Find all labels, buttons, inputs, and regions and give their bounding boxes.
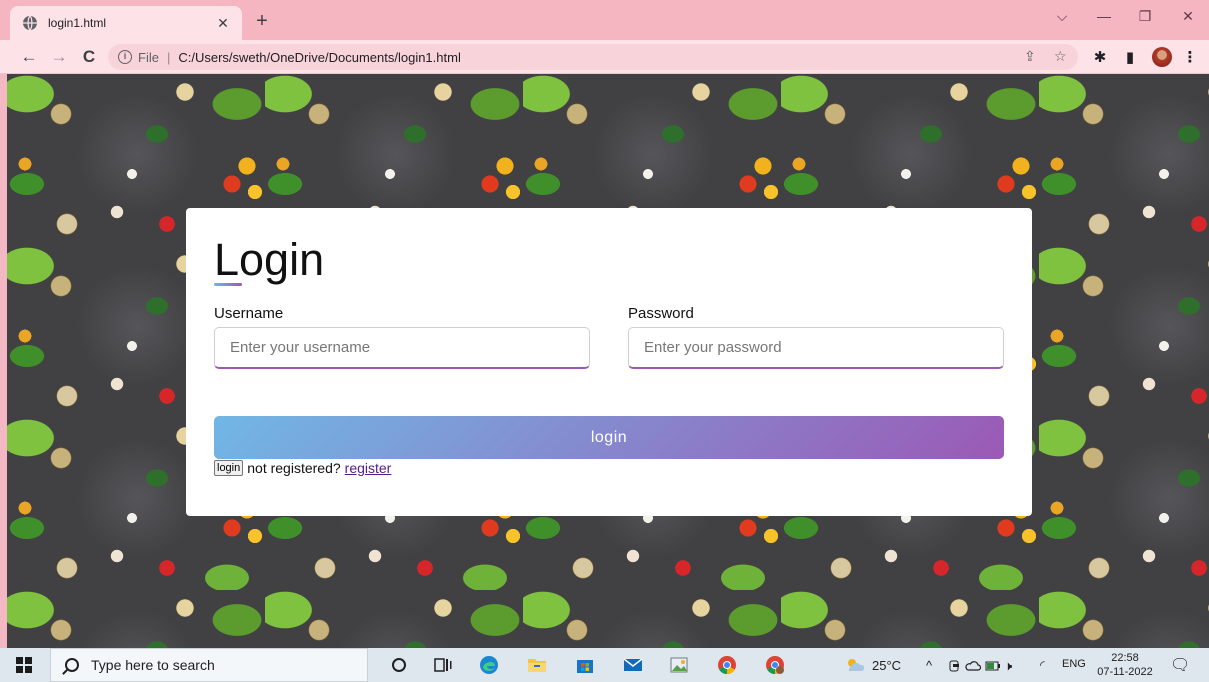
tray-chevron-icon[interactable]: ^ — [926, 658, 932, 673]
background-tile — [1039, 590, 1209, 648]
back-button[interactable]: ← — [18, 46, 40, 68]
chrome-icon[interactable] — [716, 654, 738, 676]
tab-search-icon[interactable]: ⌵ — [1050, 8, 1074, 25]
store-icon[interactable] — [574, 654, 596, 676]
url-scheme: File — [138, 49, 159, 65]
notification-icon[interactable]: 🗨 — [1170, 655, 1190, 675]
file-explorer-icon[interactable] — [526, 654, 548, 676]
password-label: Password — [628, 305, 694, 322]
background-tile — [1039, 418, 1209, 590]
username-label: Username — [214, 305, 284, 322]
taskbar-search[interactable]: Type here to search — [50, 648, 368, 682]
taskbar-search-text: Type here to search — [91, 657, 215, 673]
tab-title: login1.html — [48, 16, 107, 30]
side-panel-icon[interactable]: ▮ — [1120, 48, 1140, 66]
not-registered-text: not registered? — [247, 460, 341, 476]
weather-icon[interactable] — [844, 654, 866, 676]
chrome-profile-icon[interactable] — [764, 654, 786, 676]
restore-button[interactable]: ❐ — [1133, 8, 1157, 25]
windows-start-icon[interactable] — [16, 657, 32, 673]
reload-button[interactable]: C — [78, 46, 100, 68]
speaker-muted-icon[interactable]: 🕨 — [1004, 658, 1012, 674]
task-view-icon[interactable] — [432, 654, 454, 676]
tab-close-icon[interactable]: ✕ — [214, 15, 232, 32]
language-indicator[interactable]: ENG — [1062, 658, 1086, 670]
url-separator: | — [166, 49, 171, 65]
close-window-button[interactable]: ✕ — [1176, 8, 1200, 25]
profile-avatar[interactable] — [1152, 47, 1172, 67]
search-icon — [65, 658, 79, 672]
register-row: login not registered? register — [214, 460, 391, 476]
browser-toolbar: ← → C i File | C:/Users/sweth/OneDrive/D… — [0, 40, 1209, 74]
info-icon[interactable]: i — [118, 50, 132, 64]
address-bar[interactable]: i File | C:/Users/sweth/OneDrive/Documen… — [108, 44, 1078, 70]
register-link[interactable]: register — [345, 460, 392, 476]
browser-tab[interactable]: login1.html ✕ — [10, 6, 242, 40]
menu-icon[interactable]: ⋮ — [1180, 48, 1200, 66]
clock-time: 22:58 — [1111, 652, 1139, 664]
clock-date: 07-11-2022 — [1097, 666, 1153, 678]
login-title: Login — [214, 234, 325, 285]
bookmark-star-icon[interactable]: ☆ — [1054, 48, 1067, 65]
globe-icon — [23, 15, 37, 31]
background-tile — [781, 590, 1039, 648]
login-button[interactable]: login — [214, 416, 1004, 459]
background-tile — [265, 590, 523, 648]
mail-icon[interactable] — [622, 654, 644, 676]
minimize-button[interactable]: — — [1092, 8, 1116, 24]
share-icon[interactable]: ⇪ — [1024, 48, 1036, 65]
cortana-icon[interactable] — [388, 654, 410, 676]
small-login-button[interactable]: login — [214, 460, 244, 476]
forward-button[interactable]: → — [48, 46, 70, 68]
url-text[interactable]: C:/Users/sweth/OneDrive/Documents/login1… — [178, 50, 461, 65]
edge-icon[interactable] — [478, 654, 500, 676]
password-input[interactable] — [628, 327, 1004, 369]
system-clock[interactable]: 22:58 07-11-2022 — [1094, 651, 1156, 679]
taskbar: Type here to search 25°C ^ 🕨 ◜ ENG 22:58… — [0, 648, 1209, 682]
username-input[interactable] — [214, 327, 590, 369]
background-tile — [1039, 246, 1209, 418]
weather-temp[interactable]: 25°C — [872, 658, 901, 673]
battery-icon[interactable] — [982, 655, 1004, 677]
tab-strip: login1.html ✕ + ⌵ — ❐ ✕ — [0, 0, 1209, 40]
title-underline — [214, 283, 242, 286]
onedrive-icon[interactable] — [962, 655, 984, 677]
new-tab-button[interactable]: + — [250, 10, 274, 34]
login-card: Login Username Password login login not … — [186, 208, 1032, 516]
background-tile — [7, 590, 265, 648]
background-tile — [1039, 74, 1209, 246]
photos-icon[interactable] — [668, 654, 690, 676]
extensions-icon[interactable]: ✱ — [1090, 48, 1110, 66]
wifi-icon[interactable]: ◜ — [1040, 658, 1045, 672]
background-tile — [523, 590, 781, 648]
